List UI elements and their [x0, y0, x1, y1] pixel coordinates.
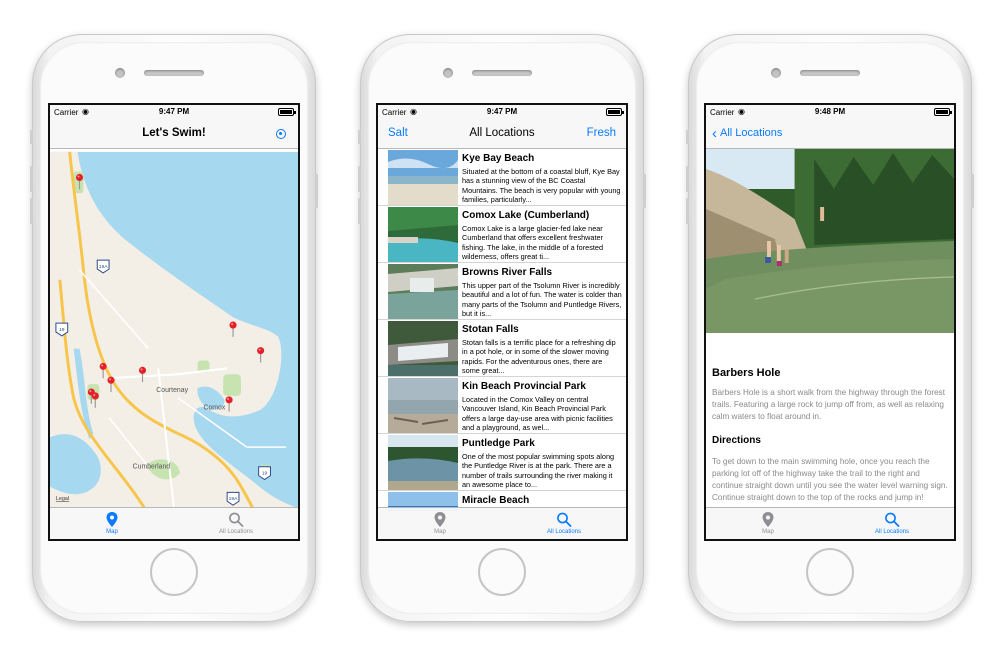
map-label-courtenay: Courtenay: [156, 387, 188, 394]
page-title: Let's Swim!: [142, 127, 206, 139]
front-camera: [771, 68, 781, 78]
navigation-bar: Salt All Locations Fresh: [378, 119, 626, 149]
location-thumbnail: [388, 378, 458, 433]
battery-icon: [934, 108, 952, 116]
list-item[interactable]: Puntledge Park One of the most popular s…: [378, 434, 626, 491]
map-legal-link[interactable]: Legal: [56, 496, 69, 502]
list-item[interactable]: Kin Beach Provincial Park Located in the…: [378, 377, 626, 434]
earpiece-speaker: [144, 70, 204, 76]
search-icon: [229, 512, 244, 527]
battery-icon: [606, 108, 624, 116]
location-description: Barbers Hole is a short walk from the hi…: [712, 388, 945, 421]
map-view[interactable]: 19A 19 19 19A Courtenay Comox Cumberland…: [50, 149, 298, 511]
back-button[interactable]: ‹ All Locations: [712, 125, 783, 142]
tab-all-locations[interactable]: All Locations: [830, 508, 954, 539]
earpiece-speaker: [800, 70, 860, 76]
svg-text:19: 19: [262, 471, 268, 477]
chevron-left-icon: ‹: [712, 125, 717, 142]
svg-text:19: 19: [59, 327, 65, 333]
location-thumbnail: [388, 264, 458, 319]
location-thumbnail: [388, 150, 458, 205]
location-title: Puntledge Park: [462, 438, 535, 449]
status-bar: Carrier ◉ 9:47 PM: [378, 105, 626, 119]
directions-heading: Directions: [712, 435, 761, 446]
tab-all-locations[interactable]: All Locations: [502, 508, 626, 539]
tab-label-all-locations: All Locations: [874, 529, 910, 535]
svg-text:19A: 19A: [229, 496, 238, 502]
clock: 9:48 PM: [814, 107, 846, 116]
list-item[interactable]: Kye Bay Beach Situated at the bottom of …: [378, 149, 626, 206]
location-title: Kye Bay Beach: [462, 153, 535, 164]
map-pin-icon: [106, 512, 118, 527]
location-description: Situated at the bottom of a coastal bluf…: [462, 167, 621, 205]
map-pin-icon: [434, 512, 446, 527]
clock: 9:47 PM: [158, 107, 190, 116]
locations-list[interactable]: Kye Bay Beach Situated at the bottom of …: [378, 149, 626, 511]
location-description: Stotan falls is a terrific place for a r…: [462, 338, 616, 376]
location-description: Located in the Comox Valley on central V…: [462, 395, 613, 433]
location-description: One of the most popular swimming spots a…: [462, 452, 615, 490]
svg-text:19A: 19A: [99, 264, 108, 270]
list-item[interactable]: Comox Lake (Cumberland) Comox Lake is a …: [378, 206, 626, 263]
tab-label-map: Map: [434, 529, 446, 535]
current-location-icon[interactable]: [276, 129, 286, 139]
phone-frame-map: Carrier ◉ 9:47 PM Let's Swim! 19A 19 19 …: [30, 34, 318, 622]
tab-bar: Map All Locations: [706, 507, 954, 539]
navigation-bar: ‹ All Locations: [706, 119, 954, 149]
location-title: Comox Lake (Cumberland): [462, 210, 590, 221]
list-item[interactable]: Stotan Falls Stotan falls is a terrific …: [378, 320, 626, 377]
navigation-bar: Let's Swim!: [50, 119, 298, 149]
tab-bar: Map All Locations: [50, 507, 298, 539]
search-icon: [885, 512, 900, 527]
directions-text: To get down to the main swimming hole, o…: [712, 457, 948, 502]
location-title: Stotan Falls: [462, 324, 519, 335]
tab-map[interactable]: Map: [706, 508, 830, 539]
detail-screen: Carrier ◉ 9:48 PM ‹ All Locations Barbers: [704, 103, 956, 541]
tab-label-all-locations: All Locations: [218, 529, 254, 535]
location-photo: [706, 149, 954, 333]
tab-label-all-locations: All Locations: [546, 529, 582, 535]
back-button-label: All Locations: [720, 127, 783, 139]
location-title: Kin Beach Provincial Park: [462, 381, 586, 392]
status-bar: Carrier ◉ 9:48 PM: [706, 105, 954, 119]
location-thumbnail: [388, 435, 458, 490]
home-button[interactable]: [806, 548, 854, 596]
location-title: Browns River Falls: [462, 267, 553, 278]
location-description: Comox Lake is a large glacier-fed lake n…: [462, 224, 604, 262]
location-title: Miracle Beach: [462, 495, 530, 506]
map-label-comox: Comox: [204, 405, 226, 412]
home-button[interactable]: [150, 548, 198, 596]
status-bar: Carrier ◉ 9:47 PM: [50, 105, 298, 119]
clock: 9:47 PM: [486, 107, 518, 116]
map-label-cumberland: Cumberland: [133, 464, 171, 471]
tab-map[interactable]: Map: [378, 508, 502, 539]
map-screen: Carrier ◉ 9:47 PM Let's Swim! 19A 19 19 …: [48, 103, 300, 541]
tab-bar: Map All Locations: [378, 507, 626, 539]
tab-all-locations[interactable]: All Locations: [174, 508, 298, 539]
location-description: This upper part of the Tsolumn River is …: [462, 281, 622, 319]
location-thumbnail: [388, 321, 458, 376]
front-camera: [115, 68, 125, 78]
list-screen: Carrier ◉ 9:47 PM Salt All Locations Fre…: [376, 103, 628, 541]
fresh-button[interactable]: Fresh: [587, 127, 616, 139]
phone-frame-list: Carrier ◉ 9:47 PM Salt All Locations Fre…: [358, 34, 646, 622]
tab-label-map: Map: [106, 529, 118, 535]
tab-map[interactable]: Map: [50, 508, 174, 539]
map-pin-icon: [762, 512, 774, 527]
search-icon: [557, 512, 572, 527]
front-camera: [443, 68, 453, 78]
phone-frame-detail: Carrier ◉ 9:48 PM ‹ All Locations Barbers: [686, 34, 974, 622]
battery-icon: [278, 108, 296, 116]
list-item[interactable]: Browns River Falls This upper part of th…: [378, 263, 626, 320]
tab-label-map: Map: [762, 529, 774, 535]
home-button[interactable]: [478, 548, 526, 596]
location-thumbnail: [388, 207, 458, 262]
earpiece-speaker: [472, 70, 532, 76]
location-title: Barbers Hole: [712, 367, 781, 379]
